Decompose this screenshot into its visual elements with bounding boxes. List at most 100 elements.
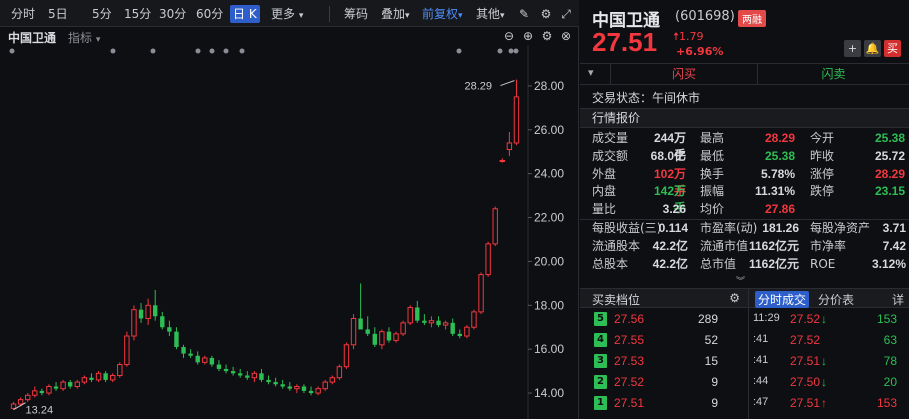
stat-value: 25.72 [874, 148, 905, 163]
y-tick-label: 26.00 [534, 123, 564, 137]
stat-label: 量比 [592, 202, 617, 217]
overlay-dropdown[interactable]: 叠加▾ [378, 5, 413, 23]
candle-body [287, 386, 292, 389]
order-level-index: 4 [594, 333, 607, 347]
period-5day[interactable]: 5日 [45, 5, 71, 23]
y-tick-label: 20.00 [534, 254, 564, 268]
y-tick-label: 28.00 [534, 79, 564, 93]
period-more-dropdown[interactable]: 更多 ▾ [268, 5, 306, 23]
other-dropdown[interactable]: 其他▾ [473, 5, 508, 23]
period-30min[interactable]: 30分 [156, 5, 189, 23]
draw-pen-icon[interactable]: ✎ [516, 6, 532, 22]
toolbar-divider [329, 6, 330, 22]
period-5min[interactable]: 5分 [89, 5, 115, 23]
quote-stock-code: (601698) [675, 9, 735, 24]
tab-tick-trades[interactable]: 分时成交 [755, 291, 810, 308]
candle-body [181, 346, 186, 354]
stat-label: 跌停 [810, 184, 835, 199]
fundamental-value: 1162亿元 [748, 238, 799, 253]
candle-body [167, 327, 172, 332]
order-price: 27.51 [614, 396, 645, 410]
candle-body [238, 373, 243, 376]
order-book-row[interactable]: 1 27.51 9 [580, 393, 748, 414]
period-60min[interactable]: 60分 [193, 5, 226, 23]
candle-body [400, 322, 406, 335]
stat-label: 内盘 [592, 184, 617, 199]
period-intraday[interactable]: 分时 [8, 5, 38, 23]
plus-circle-icon[interactable]: ⊕ [521, 29, 535, 43]
period-daily-k[interactable]: 日 K [230, 5, 260, 23]
tab-price-table[interactable]: 分价表 [815, 291, 857, 308]
order-volume: 9 [711, 396, 718, 410]
candle-body [195, 355, 200, 363]
candle-body [436, 320, 441, 326]
stat-value: 3.26 [662, 202, 686, 217]
stat-label: 最高 [700, 131, 725, 145]
tick-price: 27.52↓ [790, 312, 828, 326]
event-dot-icon [223, 48, 229, 54]
order-book-row[interactable]: 2 27.52 9 [580, 372, 748, 393]
candlestick-chart[interactable]: 28.00 26.00 24.00 22.00 20.00 18.00 16.00 14.00… [0, 45, 579, 419]
candle-body [10, 403, 17, 409]
tick-price: 27.50↓ [790, 375, 828, 389]
order-book-row[interactable]: 3 27.53 15 [580, 351, 748, 372]
indicator-dropdown[interactable]: 指标 ▾ [68, 29, 100, 46]
adjust-dropdown[interactable]: 前复权▾ [419, 5, 466, 23]
chart-window-controls: ⊖ ⊕ ⚙ ⊗ [497, 29, 573, 43]
candle-body [422, 320, 427, 323]
stat-value: 28.29 [874, 166, 905, 181]
stat-value: 27.86 [764, 202, 795, 217]
tick-price: 27.52 [790, 333, 821, 347]
gear-icon[interactable]: ⚙ [729, 291, 740, 305]
tick-time: :41 [753, 333, 769, 345]
collapse-toggle-icon[interactable]: ▾ [588, 66, 594, 79]
candle-body [110, 375, 116, 381]
candle-body [322, 381, 328, 390]
tick-price: 27.51↑ [790, 396, 828, 410]
candle-body [138, 309, 144, 319]
period-15min[interactable]: 15分 [121, 5, 154, 23]
candle-body [60, 381, 66, 390]
fullscreen-icon[interactable]: ⤢ [558, 6, 574, 22]
candle-body [407, 306, 413, 324]
candle-body [329, 377, 335, 383]
flash-buy-button[interactable]: 闪买 [610, 64, 758, 85]
stat-value: 5.78% [760, 166, 795, 181]
tick-volume: 78 [883, 354, 897, 368]
close-circle-icon[interactable]: ⊗ [559, 29, 573, 43]
arrow-down-icon: ↓ [821, 375, 828, 389]
chevron-down-icon: ▾ [298, 11, 304, 21]
period-more-label: 更多 [271, 7, 296, 21]
bell-icon[interactable]: 🔔 [864, 40, 881, 57]
gear-icon[interactable]: ⚙ [540, 29, 554, 43]
other-label: 其他 [476, 7, 501, 21]
order-price: 27.53 [614, 354, 645, 368]
order-price: 27.52 [614, 375, 645, 389]
fundamental-value: 0.114 [658, 221, 688, 235]
add-watchlist-button[interactable]: + [844, 40, 861, 57]
buy-button[interactable]: 买 [884, 40, 901, 57]
candle-body [251, 372, 258, 379]
stat-label: 最低 [700, 148, 725, 163]
candle-body [74, 381, 80, 387]
candle-body [485, 243, 491, 276]
minus-circle-icon[interactable]: ⊖ [502, 29, 516, 43]
candle-body [68, 382, 73, 387]
expand-chevron-icon[interactable]: ︾ [736, 274, 745, 287]
candle-body [513, 96, 520, 144]
candle-body [294, 385, 300, 390]
chips-button[interactable]: 筹码 [341, 5, 371, 23]
candle-body [230, 371, 236, 374]
order-volume: 15 [704, 354, 718, 368]
candle-body [393, 333, 399, 341]
settings-gear-icon[interactable]: ⚙ [538, 6, 554, 22]
tab-detail[interactable]: 详 [889, 291, 907, 308]
flash-sell-button[interactable]: 闪卖 [758, 64, 909, 85]
order-book-row[interactable]: 4 27.55 52 [580, 330, 748, 351]
candle-body [492, 208, 498, 245]
candle-body [315, 388, 321, 394]
candle-body [202, 357, 208, 363]
event-dot-icon [497, 48, 503, 54]
max-price-label: 28.29 [464, 81, 492, 93]
order-book-row[interactable]: 5 27.56 289 [580, 309, 748, 330]
